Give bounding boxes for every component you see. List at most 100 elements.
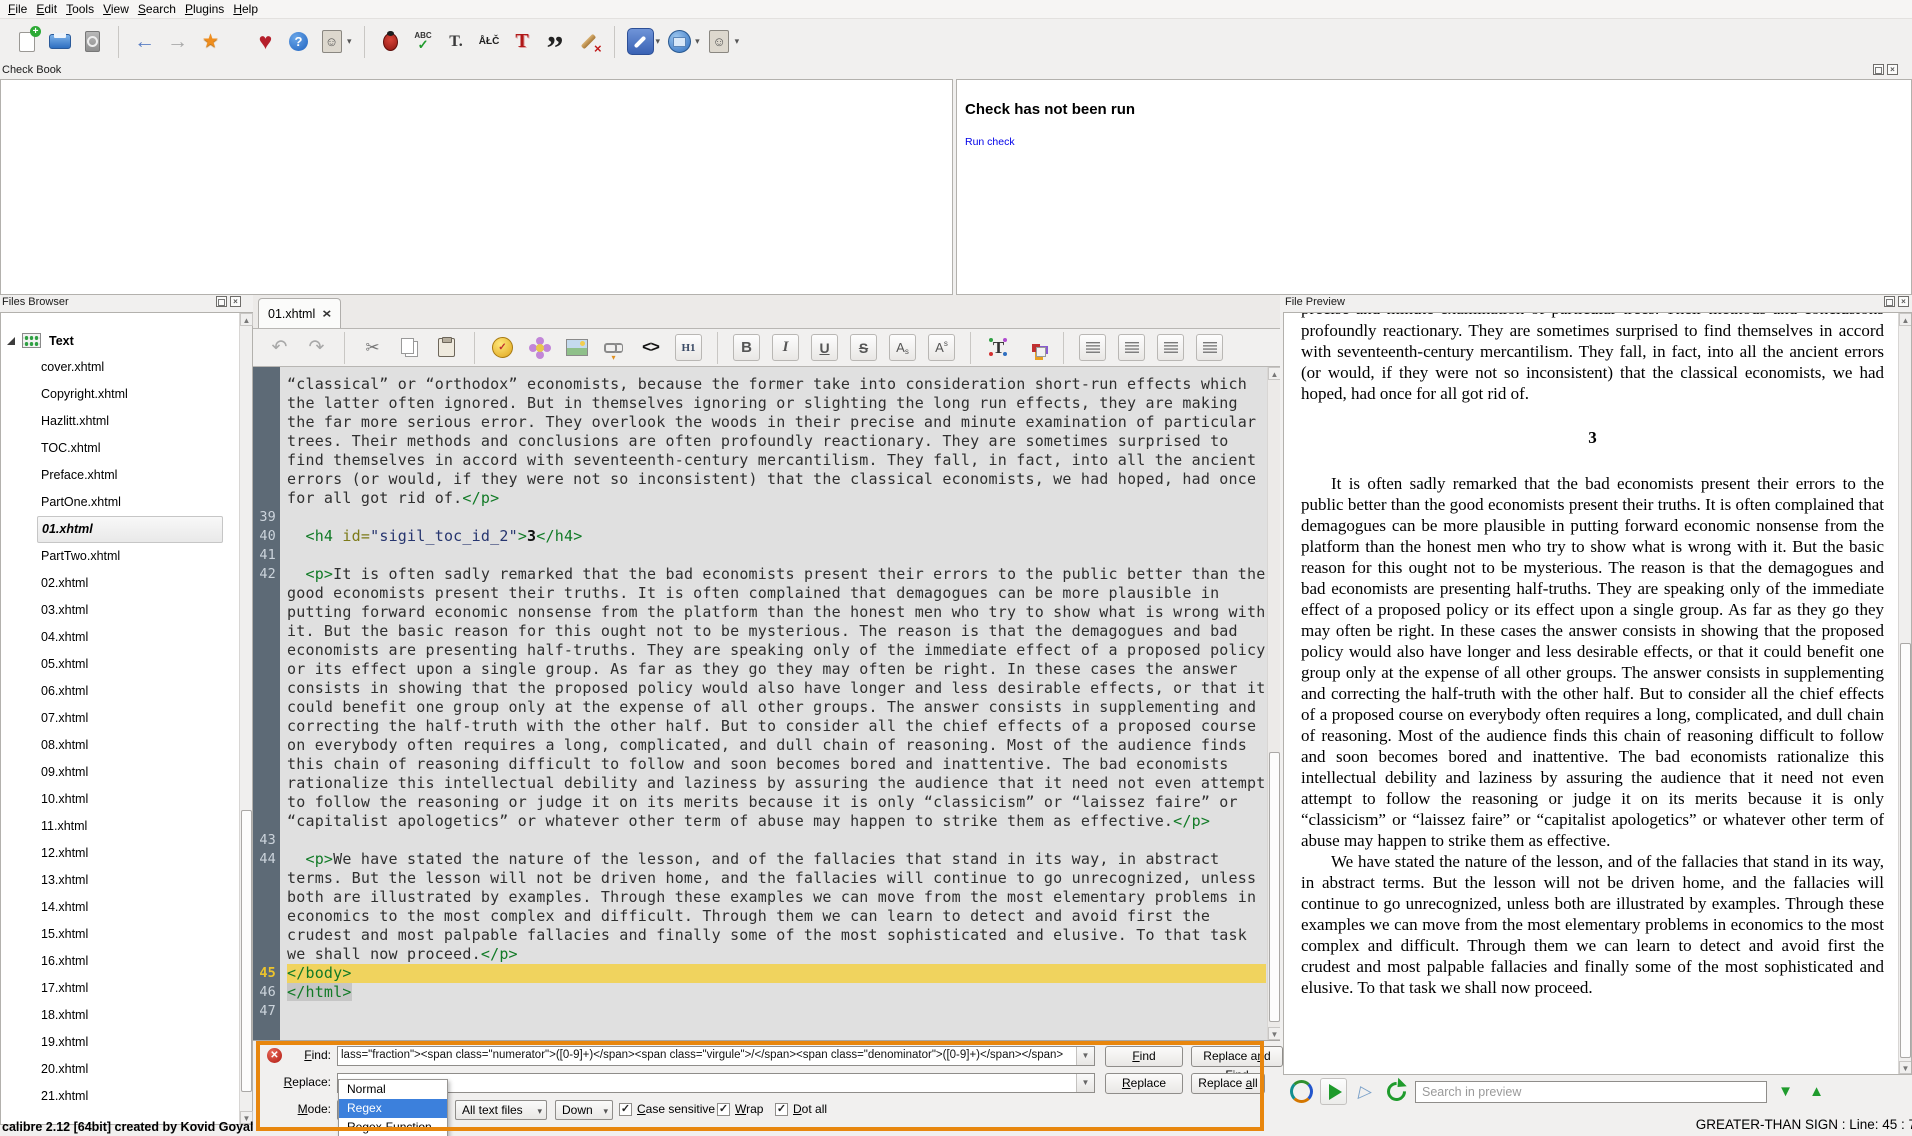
strikethrough-icon[interactable] (850, 334, 877, 361)
run-check-link[interactable]: Run check (965, 136, 1015, 148)
file-item-TOC.xhtml[interactable]: TOC.xhtml (1, 435, 239, 462)
mode-option-regex[interactable]: Regex (339, 1099, 447, 1118)
spellcheck-icon[interactable] (410, 28, 437, 55)
files-scrollbar[interactable]: ▲ ▼ (239, 313, 253, 1124)
code-line-41[interactable]: 41 (253, 546, 1266, 565)
checkbox-case-sensitive[interactable]: ✓ Case sensitive (619, 1102, 715, 1116)
insert-flower-icon[interactable] (527, 335, 552, 360)
direction-select[interactable]: Down (555, 1100, 613, 1120)
float-panel-icon[interactable] (1884, 296, 1895, 307)
file-item-21.xhtml[interactable]: 21.xhtml (1, 1083, 239, 1110)
code-content[interactable]: “classical” or “orthodox” economists, be… (253, 367, 1266, 1040)
code-line-45[interactable]: 45 </body> (253, 964, 1266, 983)
file-item-PartOne.xhtml[interactable]: PartOne.xhtml (1, 489, 239, 516)
file-item-16.xhtml[interactable]: 16.xhtml (1, 948, 239, 975)
checkbox-wrap[interactable]: ✓ Wrap (717, 1102, 763, 1116)
back-icon[interactable] (131, 28, 158, 55)
file-item-05.xhtml[interactable]: 05.xhtml (1, 651, 239, 678)
dropdown-arrow-icon[interactable]: ▾ (347, 36, 352, 47)
cut-icon[interactable] (360, 335, 385, 360)
superscript-icon[interactable] (928, 334, 955, 361)
special-character-icon[interactable] (490, 335, 515, 360)
donate-icon[interactable] (252, 28, 279, 55)
file-item-12.xhtml[interactable]: 12.xhtml (1, 840, 239, 867)
copy-icon[interactable] (397, 335, 422, 360)
redo-icon[interactable] (304, 335, 329, 360)
preferences-icon[interactable] (626, 28, 654, 55)
tab-01-xhtml[interactable]: 01.xhtml × (258, 298, 341, 328)
file-item-08.xhtml[interactable]: 08.xhtml (1, 732, 239, 759)
underline-icon[interactable] (811, 334, 838, 361)
bold-icon[interactable] (733, 334, 760, 361)
file-item-17.xhtml[interactable]: 17.xhtml (1, 975, 239, 1002)
file-item-02.xhtml[interactable]: 02.xhtml (1, 570, 239, 597)
file-item-19.xhtml[interactable]: 19.xhtml (1, 1029, 239, 1056)
preview-scrollbar[interactable]: ▲ ▼ (1898, 313, 1911, 1074)
button-find[interactable]: Find (1105, 1046, 1183, 1067)
mode-option-normal[interactable]: Normal (339, 1080, 447, 1099)
subscript-icon[interactable] (889, 334, 916, 361)
browser-icon[interactable] (666, 28, 693, 55)
preview-search-input[interactable]: Search in preview (1415, 1080, 1767, 1103)
align-left-icon[interactable] (1079, 334, 1106, 361)
fix-text-icon[interactable] (443, 28, 470, 55)
float-panel-icon[interactable] (1873, 64, 1884, 75)
insert-tag-icon[interactable] (638, 335, 663, 360)
find-previous-icon[interactable] (1804, 1079, 1829, 1104)
code-line-43[interactable]: 43 (253, 831, 1266, 850)
code-line-46[interactable]: 46 </html> (253, 983, 1266, 1002)
text-color-icon[interactable] (986, 335, 1011, 360)
heading-icon[interactable] (675, 334, 702, 361)
new-file-icon[interactable] (13, 26, 41, 55)
file-item-03.xhtml[interactable]: 03.xhtml (1, 597, 239, 624)
menu-view[interactable]: View (103, 0, 138, 18)
code-line-39[interactable]: 39 (253, 508, 1266, 527)
editor-scrollbar[interactable]: ▲ ▼ (1267, 367, 1280, 1040)
sync-position-icon[interactable] (1353, 1079, 1378, 1104)
scope-select[interactable]: All text files (455, 1100, 547, 1120)
menu-search[interactable]: Search (138, 0, 185, 18)
file-item-PartTwo.xhtml[interactable]: PartTwo.xhtml (1, 543, 239, 570)
align-right-icon[interactable] (1157, 334, 1184, 361)
user-manual-icon[interactable] (318, 28, 345, 55)
check-book-icon[interactable] (377, 28, 404, 55)
find-input[interactable]: lass="fraction"><span class="numerator">… (337, 1046, 1095, 1066)
checkbox-dot-all[interactable]: ✓ Dot all (775, 1102, 827, 1116)
remove-formatting-icon[interactable] (509, 28, 536, 55)
code-line-47[interactable]: 47 (253, 1002, 1266, 1021)
save-icon[interactable] (46, 28, 73, 55)
transliterate-icon[interactable] (476, 28, 503, 55)
book-polish-icon[interactable] (79, 28, 106, 55)
dropdown-arrow-icon[interactable]: ▾ (735, 36, 740, 47)
smarten-punctuation-icon[interactable] (542, 28, 569, 55)
file-item-Copyright.xhtml[interactable]: Copyright.xhtml (1, 381, 239, 408)
file-item-07.xhtml[interactable]: 07.xhtml (1, 705, 239, 732)
file-item-20.xhtml[interactable]: 20.xhtml (1, 1056, 239, 1083)
menu-edit[interactable]: Edit (36, 0, 66, 18)
code-line-40[interactable]: 40 <h4 id="sigil_toc_id_2">3</h4> (253, 527, 1266, 546)
checkbox-box[interactable]: ✓ (619, 1102, 632, 1116)
mode-dropdown-list[interactable]: Normal Regex Regex-Function (338, 1079, 448, 1136)
menu-tools[interactable]: Tools (66, 0, 103, 18)
button-replace-and-find[interactable]: Replace and Find (1191, 1046, 1283, 1082)
clean-markup-icon[interactable] (575, 28, 602, 56)
run-preview-icon[interactable] (1320, 1078, 1347, 1105)
find-history-dropdown-icon[interactable]: ▼ (1076, 1047, 1094, 1065)
tree-root-text[interactable]: Text (1, 327, 239, 354)
code-line-44[interactable]: 44 <p>We have stated the nature of the l… (253, 850, 1266, 964)
expander-icon[interactable] (7, 336, 15, 345)
replace-input[interactable]: ▼ (337, 1073, 1095, 1093)
user-icon[interactable] (706, 28, 733, 55)
close-panel-icon[interactable] (230, 296, 241, 307)
refresh-preview-icon[interactable] (1384, 1079, 1409, 1104)
find-next-icon[interactable] (1773, 1079, 1798, 1104)
file-item-04.xhtml[interactable]: 04.xhtml (1, 624, 239, 651)
checkbox-box[interactable]: ✓ (717, 1102, 730, 1116)
checkbox-box[interactable]: ✓ (775, 1102, 788, 1116)
insert-image-icon[interactable] (564, 335, 589, 360)
align-center-icon[interactable] (1118, 334, 1145, 361)
menu-plugins[interactable]: Plugins (185, 0, 233, 18)
background-color-icon[interactable] (1023, 335, 1048, 360)
forward-icon[interactable] (164, 28, 191, 55)
dropdown-arrow-icon[interactable]: ▾ (695, 36, 700, 47)
